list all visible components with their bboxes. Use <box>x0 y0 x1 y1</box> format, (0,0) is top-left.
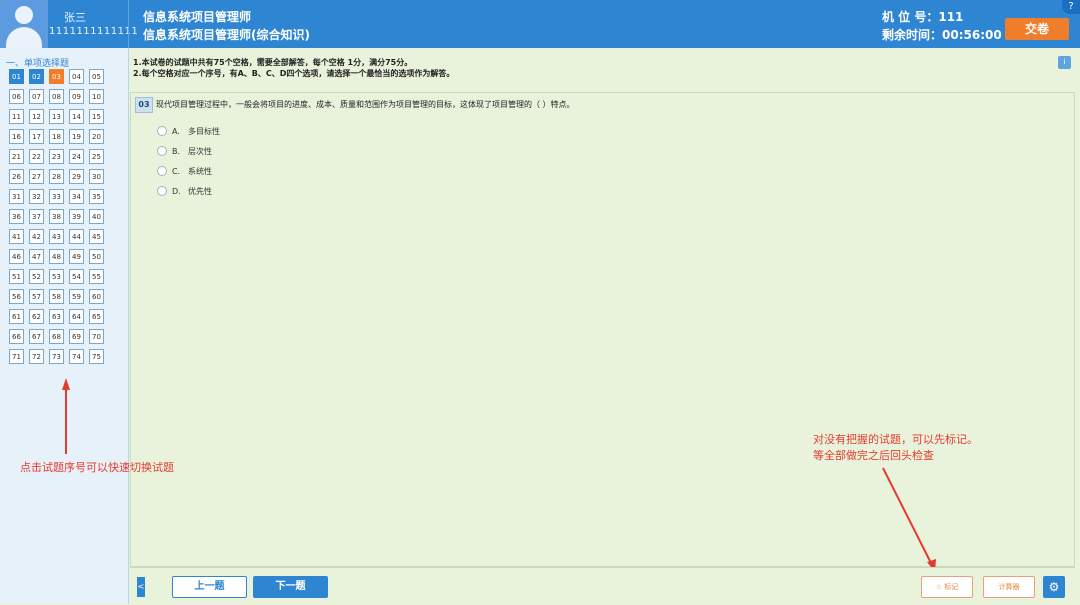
annotation-right: 对没有把握的试题，可以先标记。 等全部做完之后回头检查 <box>813 432 978 464</box>
calculator-button[interactable]: 计算器 <box>983 576 1035 598</box>
collapse-sidebar-button[interactable]: < <box>137 577 145 597</box>
annotation-arrows <box>62 378 936 572</box>
mark-button[interactable]: ☆ 标记 <box>921 576 973 598</box>
prev-question-button[interactable]: 上一题 <box>172 576 247 598</box>
annotation-right-line-2: 等全部做完之后回头检查 <box>813 449 934 462</box>
settings-gear-icon[interactable]: ⚙ <box>1043 576 1065 598</box>
left-arrowhead <box>62 378 70 390</box>
annotation-right-line-1: 对没有把握的试题，可以先标记。 <box>813 433 978 446</box>
annotation-left: 点击试题序号可以快速切换试题 <box>20 461 174 474</box>
next-question-button[interactable]: 下一题 <box>253 576 328 598</box>
right-arrow-line <box>882 467 933 566</box>
bottom-toolbar: < 上一题 下一题 ☆ 标记 计算器 ⚙ <box>130 567 1075 605</box>
